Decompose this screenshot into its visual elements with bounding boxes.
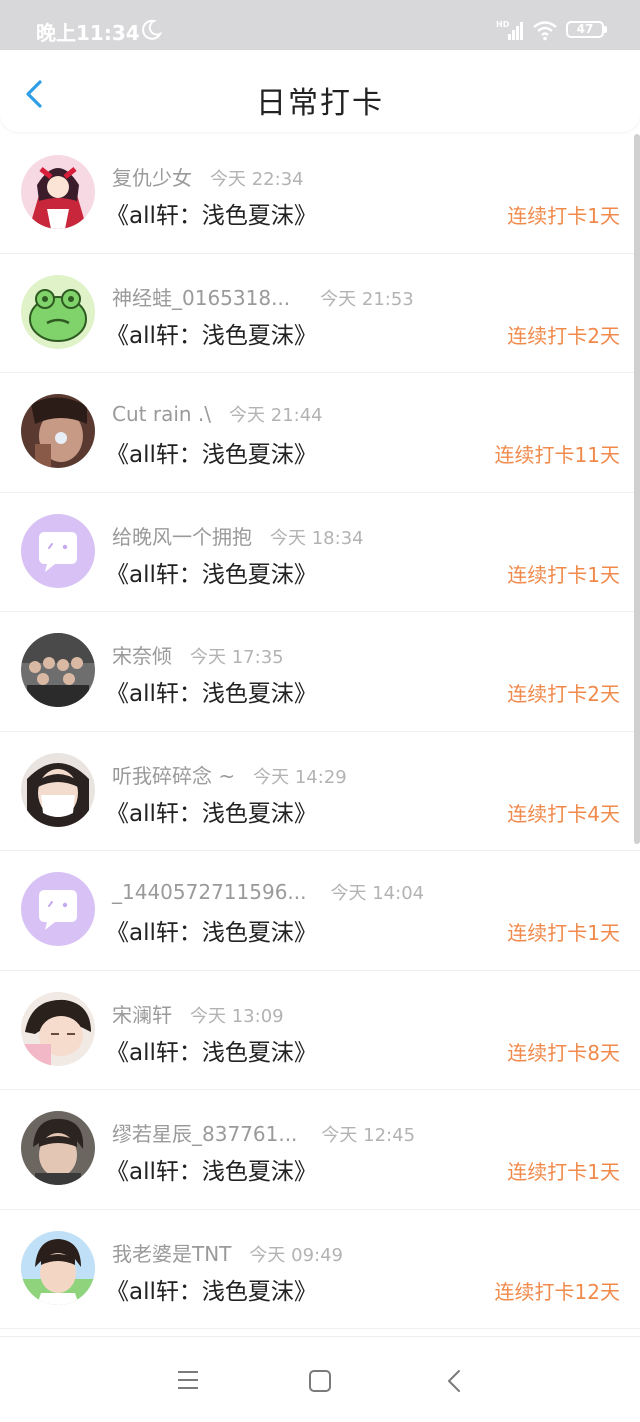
user-info: 给晚风一个拥抱 今天 18:34 xyxy=(112,521,364,549)
checkin-time: 今天 21:53 xyxy=(320,288,414,310)
streak-label: 连续打卡4天 xyxy=(507,801,620,826)
list-item[interactable]: 缪若星辰_837761... 今天 12:45 《all轩：浅色夏沫》 连续打卡1… xyxy=(0,1090,640,1210)
book-title[interactable]: 《all轩：浅色夏沫》 xyxy=(106,1152,317,1186)
streak-label: 连续打卡1天 xyxy=(507,204,620,228)
list-item[interactable]: 听我碎碎念 ~ 今天 14:29 《all轩：浅色夏沫》 连续打卡4天 xyxy=(0,732,640,851)
streak-label: 连续打卡1天 xyxy=(507,562,620,587)
list-item[interactable]: 神经蛙_0165318... 今天 21:53 《all轩：浅色夏沫》 连续打卡2… xyxy=(0,254,640,373)
boy-green-avatar[interactable] xyxy=(21,1230,95,1305)
user-info: 缪若星辰_837761... 今天 12:45 xyxy=(112,1118,415,1146)
list-item[interactable]: _1440572711596... 今天 14:04 《all轩：浅色夏沫》 连续… xyxy=(0,851,640,971)
group-photo-avatar[interactable] xyxy=(21,633,95,707)
streak-label: 连续打卡11天 xyxy=(494,443,620,467)
status-bar: 晚上11:34 HD 47 xyxy=(0,0,640,50)
home-icon[interactable] xyxy=(308,1369,332,1393)
signal-icon: HD xyxy=(496,20,523,40)
back-icon[interactable] xyxy=(444,1368,464,1394)
book-title[interactable]: 《all轩：浅色夏沫》 xyxy=(106,794,317,828)
list-item[interactable]: 给晚风一个拥抱 今天 18:34 《all轩：浅色夏沫》 连续打卡1天 xyxy=(0,493,640,612)
status-time: 晚上11:34 xyxy=(36,21,140,45)
list-item[interactable]: 复仇少女 今天 22:34 《all轩：浅色夏沫》 连续打卡1天 xyxy=(0,134,640,254)
username[interactable]: 我老婆是TNT xyxy=(112,1242,231,1266)
book-title[interactable]: 《all轩：浅色夏沫》 xyxy=(106,435,317,469)
streak-label: 连续打卡8天 xyxy=(507,1040,620,1065)
page-title: 日常打卡 xyxy=(256,86,384,121)
menu-icon[interactable] xyxy=(176,1369,200,1391)
anime-girl-avatar[interactable] xyxy=(21,155,95,229)
book-title[interactable]: 《all轩：浅色夏沫》 xyxy=(106,1272,317,1306)
username[interactable]: 给晚风一个拥抱 xyxy=(112,525,252,549)
book-title[interactable]: 《all轩：浅色夏沫》 xyxy=(106,196,317,230)
checkin-time: 今天 09:49 xyxy=(249,1244,344,1266)
user-info: 宋澜轩 今天 13:09 xyxy=(112,999,284,1027)
username[interactable]: 宋奈倾 xyxy=(112,644,172,668)
checkin-list: 复仇少女 今天 22:34 《all轩：浅色夏沫》 连续打卡1天 神经蛙_016… xyxy=(0,134,640,1329)
list-item[interactable]: Cut rain .\ 今天 21:44 《all轩：浅色夏沫》 连续打卡11天 xyxy=(0,373,640,493)
user-info: 我老婆是TNT 今天 09:49 xyxy=(112,1238,343,1266)
list-item[interactable]: 我老婆是TNT 今天 09:49 《all轩：浅色夏沫》 连续打卡12天 xyxy=(0,1210,640,1329)
streak-label: 连续打卡12天 xyxy=(494,1279,620,1304)
username[interactable]: 复仇少女 xyxy=(112,166,192,190)
username[interactable]: 宋澜轩 xyxy=(112,1003,172,1027)
streak-label: 连续打卡1天 xyxy=(507,1160,620,1184)
book-title[interactable]: 《all轩：浅色夏沫》 xyxy=(106,674,317,708)
streak-label: 连续打卡2天 xyxy=(507,682,620,706)
photo-avatar[interactable] xyxy=(21,394,95,468)
moon-icon xyxy=(142,19,162,40)
battery-nub xyxy=(604,26,607,33)
default-avatar[interactable] xyxy=(21,513,95,588)
user-info: 复仇少女 今天 22:34 xyxy=(112,162,304,190)
header: 日常打卡 xyxy=(0,50,640,132)
checkin-time: 今天 14:29 xyxy=(253,766,347,788)
username[interactable]: _1440572711596... xyxy=(112,880,307,904)
checkin-time: 今天 13:09 xyxy=(190,1005,284,1027)
username[interactable]: 听我碎碎念 ~ xyxy=(112,764,235,788)
checkin-time: 今天 18:34 xyxy=(270,527,364,549)
username[interactable]: Cut rain .\ xyxy=(112,402,211,426)
divider xyxy=(0,1328,640,1329)
user-info: 神经蛙_0165318... 今天 21:53 xyxy=(112,282,414,310)
checkin-time: 今天 22:34 xyxy=(210,169,304,190)
checkin-time: 今天 21:44 xyxy=(229,405,323,426)
checkin-time: 今天 17:35 xyxy=(190,647,284,668)
system-nav-bar xyxy=(0,1336,640,1422)
scrollbar[interactable] xyxy=(634,134,640,844)
checkin-page: 晚上11:34 HD 47 日常打卡 复仇少女 今天 22:34 《all轩：浅… xyxy=(0,0,640,1422)
svg-text:HD: HD xyxy=(496,20,510,29)
book-title[interactable]: 《all轩：浅色夏沫》 xyxy=(106,555,317,589)
user-info: _1440572711596... 今天 14:04 xyxy=(112,879,425,904)
book-title[interactable]: 《all轩：浅色夏沫》 xyxy=(106,316,317,350)
streak-label: 连续打卡1天 xyxy=(507,921,620,945)
masked-girl-avatar[interactable] xyxy=(21,752,95,827)
username[interactable]: 神经蛙_0165318... xyxy=(112,286,290,310)
frog-avatar[interactable] xyxy=(21,274,95,349)
checkin-time: 今天 14:04 xyxy=(330,883,425,904)
streak-label: 连续打卡2天 xyxy=(507,323,620,348)
book-title[interactable]: 《all轩：浅色夏沫》 xyxy=(106,1033,317,1067)
checkin-time: 今天 12:45 xyxy=(321,1125,416,1146)
user-info: 听我碎碎念 ~ 今天 14:29 xyxy=(112,760,347,788)
boy-portrait-avatar[interactable] xyxy=(21,1111,95,1185)
book-title[interactable]: 《all轩：浅色夏沫》 xyxy=(106,913,317,947)
user-info: 宋奈倾 今天 17:35 xyxy=(112,640,284,668)
default-avatar[interactable] xyxy=(21,872,95,946)
list-item[interactable]: 宋澜轩 今天 13:09 《all轩：浅色夏沫》 连续打卡8天 xyxy=(0,971,640,1090)
username[interactable]: 缪若星辰_837761... xyxy=(112,1122,297,1146)
sleeping-boy-avatar[interactable] xyxy=(21,991,95,1066)
list-item[interactable]: 宋奈倾 今天 17:35 《all轩：浅色夏沫》 连续打卡2天 xyxy=(0,612,640,732)
wifi-icon xyxy=(533,21,557,41)
user-info: Cut rain .\ 今天 21:44 xyxy=(112,401,323,426)
battery-level: 47 xyxy=(576,22,594,36)
